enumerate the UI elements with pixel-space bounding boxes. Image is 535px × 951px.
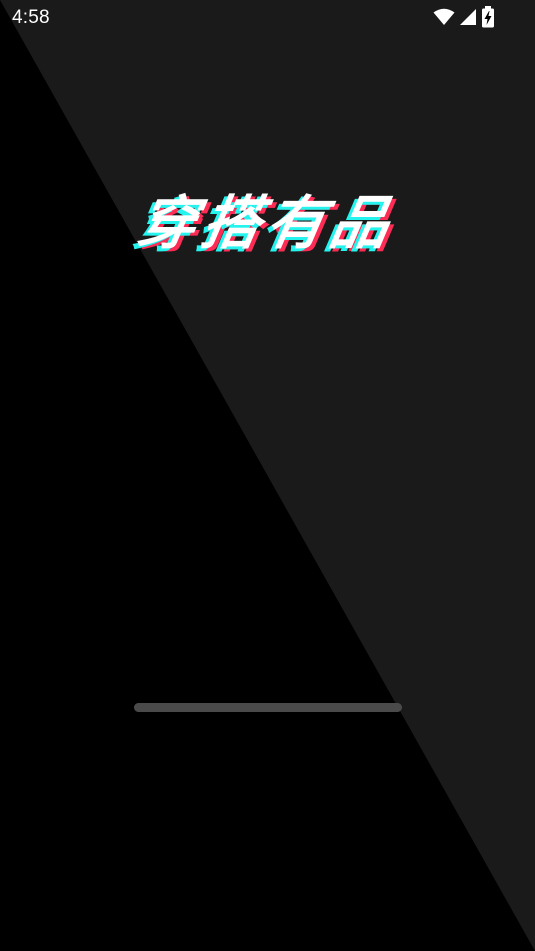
- app-title: 穿搭有品: [132, 189, 401, 257]
- status-icons: [433, 6, 495, 28]
- loading-progress-bar: [134, 703, 402, 712]
- battery-charging-icon: [482, 6, 494, 28]
- splash-screen: 4:58 穿搭有品: [0, 0, 535, 951]
- status-time: 4:58: [12, 7, 50, 28]
- cellular-signal-icon: [460, 9, 476, 25]
- background-diagonal: [0, 0, 535, 951]
- loading-progress-fill: [134, 703, 402, 712]
- status-bar: 4:58: [0, 0, 535, 38]
- wifi-icon: [433, 8, 455, 25]
